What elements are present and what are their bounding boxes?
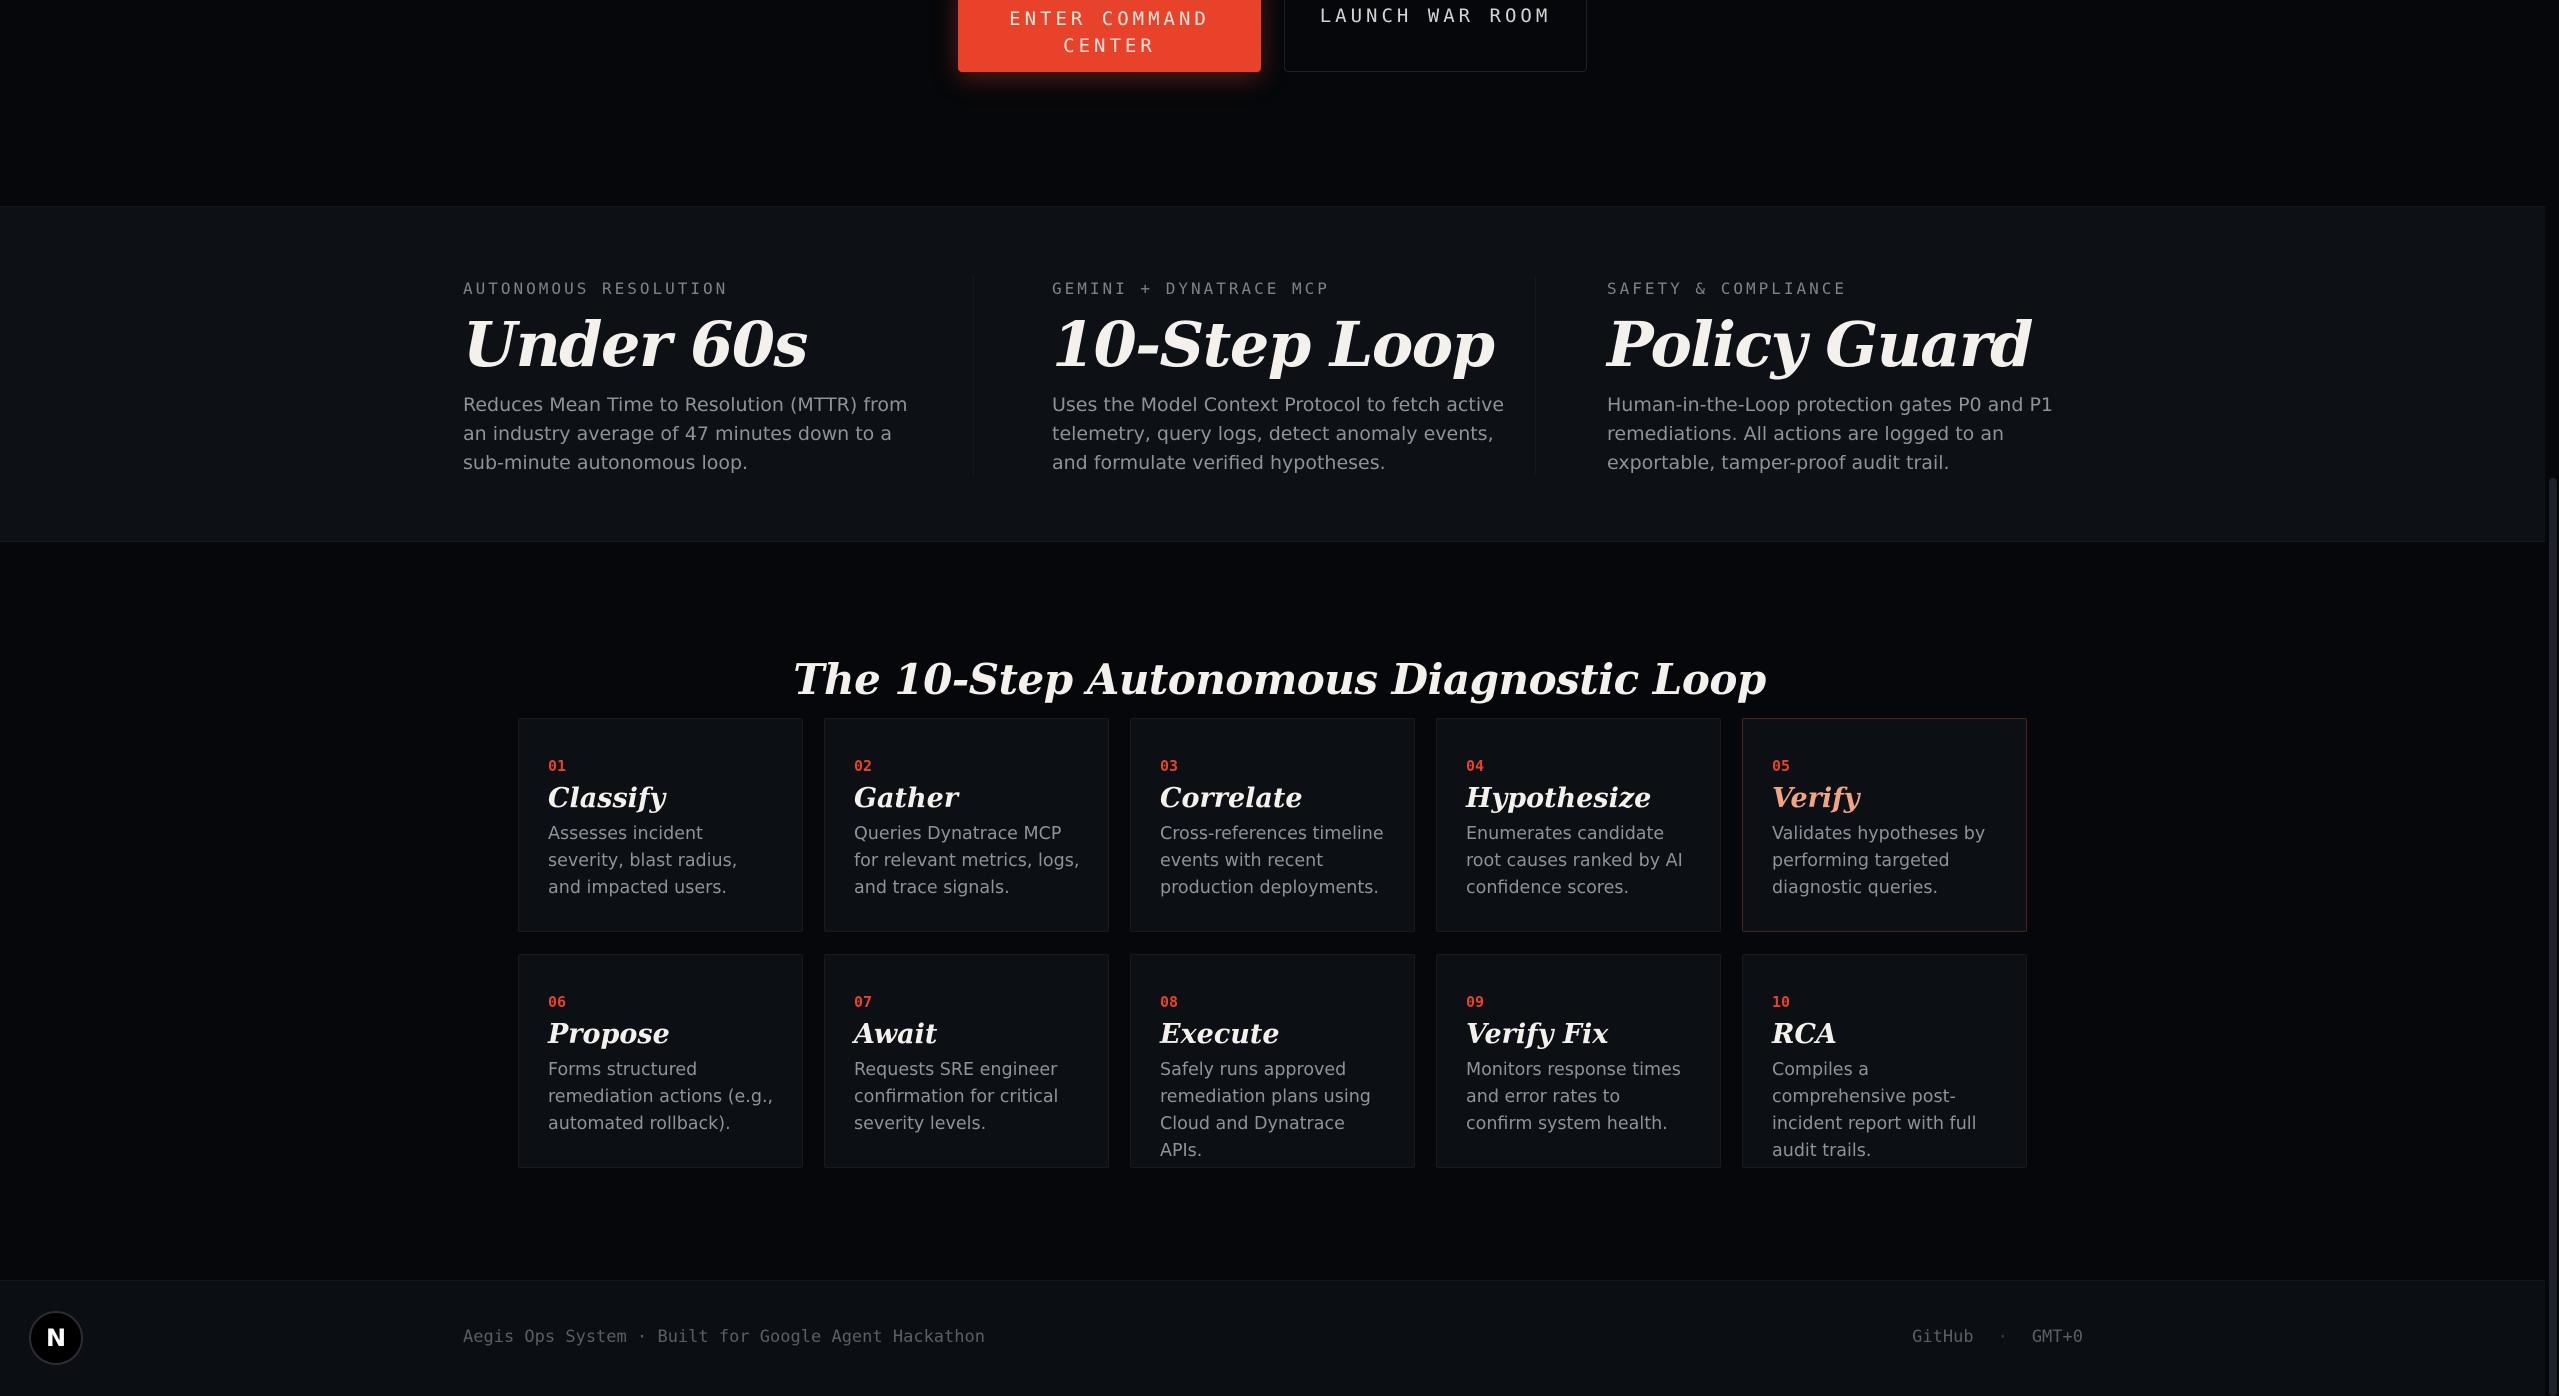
stat-eyebrow: SAFETY & COMPLIANCE <box>1607 279 1848 298</box>
stat-value: 10-Step Loop <box>1052 308 1495 381</box>
step-card-rca[interactable]: 10 RCA Compiles a comprehensive post-inc… <box>1742 954 2027 1168</box>
stat-resolution: AUTONOMOUS RESOLUTION Under 60s Reduces … <box>463 279 933 478</box>
step-number: 08 <box>1160 993 1179 1011</box>
step-title: Await <box>854 1019 938 1050</box>
step-description: Safely runs approved remediation plans u… <box>1160 1060 1371 1161</box>
github-link[interactable]: GitHub <box>1912 1327 1973 1347</box>
step-number: 05 <box>1772 757 1791 775</box>
step-description: Requests SRE engineer confirmation for c… <box>854 1060 1059 1134</box>
scrollbar[interactable] <box>2545 0 2559 1396</box>
stat-divider <box>973 275 974 475</box>
step-number: 04 <box>1466 757 1485 775</box>
step-card-correlate[interactable]: 03 Correlate Cross-references timeline e… <box>1130 718 1415 932</box>
step-card-gather[interactable]: 02 Gather Queries Dynatrace MCP for rele… <box>824 718 1109 932</box>
hero-cta-row: ENTER COMMAND CENTER LAUNCH WAR ROOM <box>0 0 2559 206</box>
step-title: Verify Fix <box>1466 1019 1609 1050</box>
step-number: 01 <box>548 757 567 775</box>
step-description: Enumerates candidate root causes ranked … <box>1466 824 1683 898</box>
stat-description: Reduces Mean Time to Resolution (MTTR) f… <box>463 394 908 474</box>
footer-separator: · <box>1997 1327 2008 1347</box>
footer-links: GitHub · GMT+0 <box>1912 1327 2083 1347</box>
step-card-verify[interactable]: 05 Verify Validates hypotheses by perfor… <box>1742 718 2027 932</box>
step-card-classify[interactable]: 01 Classify Assesses incident severity, … <box>518 718 803 932</box>
step-description: Cross-references timeline events with re… <box>1160 824 1384 898</box>
stat-eyebrow: GEMINI + DYNATRACE MCP <box>1052 279 1330 298</box>
page-footer: Aegis Ops System · Built for Google Agen… <box>0 1280 2559 1396</box>
step-card-await[interactable]: 07 Await Requests SRE engineer confirmat… <box>824 954 1109 1168</box>
stat-loop: GEMINI + DYNATRACE MCP 10-Step Loop Uses… <box>1052 279 1532 478</box>
step-title: RCA <box>1772 1019 1837 1050</box>
step-number: 03 <box>1160 757 1179 775</box>
stats-band: AUTONOMOUS RESOLUTION Under 60s Reduces … <box>0 206 2559 542</box>
step-title: Execute <box>1160 1019 1280 1050</box>
stat-value: Under 60s <box>463 308 808 381</box>
step-title: Verify <box>1772 783 1860 814</box>
step-card-execute[interactable]: 08 Execute Safely runs approved remediat… <box>1130 954 1415 1168</box>
enter-command-center-button[interactable]: ENTER COMMAND CENTER <box>958 0 1261 72</box>
step-description: Compiles a comprehensive post-incident r… <box>1772 1060 1977 1161</box>
step-title: Hypothesize <box>1466 783 1652 814</box>
landing-page: ENTER COMMAND CENTER LAUNCH WAR ROOM AUT… <box>0 0 2559 1396</box>
step-title: Gather <box>854 783 959 814</box>
step-card-propose[interactable]: 06 Propose Forms structured remediation … <box>518 954 803 1168</box>
badge-letter: N <box>45 1324 67 1352</box>
launch-war-room-button[interactable]: LAUNCH WAR ROOM <box>1284 0 1587 72</box>
step-description: Validates hypotheses by performing targe… <box>1772 824 1986 898</box>
scrollbar-thumb[interactable] <box>2549 478 2557 1396</box>
stat-eyebrow: AUTONOMOUS RESOLUTION <box>463 279 729 298</box>
stat-value: Policy Guard <box>1607 308 2034 381</box>
stat-description: Human-in-the-Loop protection gates P0 an… <box>1607 394 2053 474</box>
step-number: 10 <box>1772 993 1791 1011</box>
step-card-hypothesize[interactable]: 04 Hypothesize Enumerates candidate root… <box>1436 718 1721 932</box>
step-description: Assesses incident severity, blast radius… <box>548 824 738 898</box>
step-title: Propose <box>548 1019 670 1050</box>
step-description: Queries Dynatrace MCP for relevant metri… <box>854 824 1080 898</box>
loop-section-title: The 10-Step Autonomous Diagnostic Loop <box>793 655 1766 704</box>
step-number: 07 <box>854 993 873 1011</box>
stat-policy: SAFETY & COMPLIANCE Policy Guard Human-i… <box>1607 279 2107 478</box>
step-description: Monitors response times and error rates … <box>1466 1060 1681 1134</box>
stat-description: Uses the Model Context Protocol to fetch… <box>1052 394 1505 474</box>
step-title: Classify <box>548 783 666 814</box>
step-number: 02 <box>854 757 873 775</box>
footer-credit: Aegis Ops System · Built for Google Agen… <box>463 1327 985 1347</box>
step-number: 09 <box>1466 993 1485 1011</box>
nextjs-dev-badge-icon[interactable]: N <box>29 1311 83 1365</box>
step-description: Forms structured remediation actions (e.… <box>548 1060 774 1134</box>
timezone-label: GMT+0 <box>2031 1327 2083 1347</box>
stat-divider <box>1535 275 1536 475</box>
step-title: Correlate <box>1160 783 1303 814</box>
step-number: 06 <box>548 993 567 1011</box>
step-card-verify-fix[interactable]: 09 Verify Fix Monitors response times an… <box>1436 954 1721 1168</box>
